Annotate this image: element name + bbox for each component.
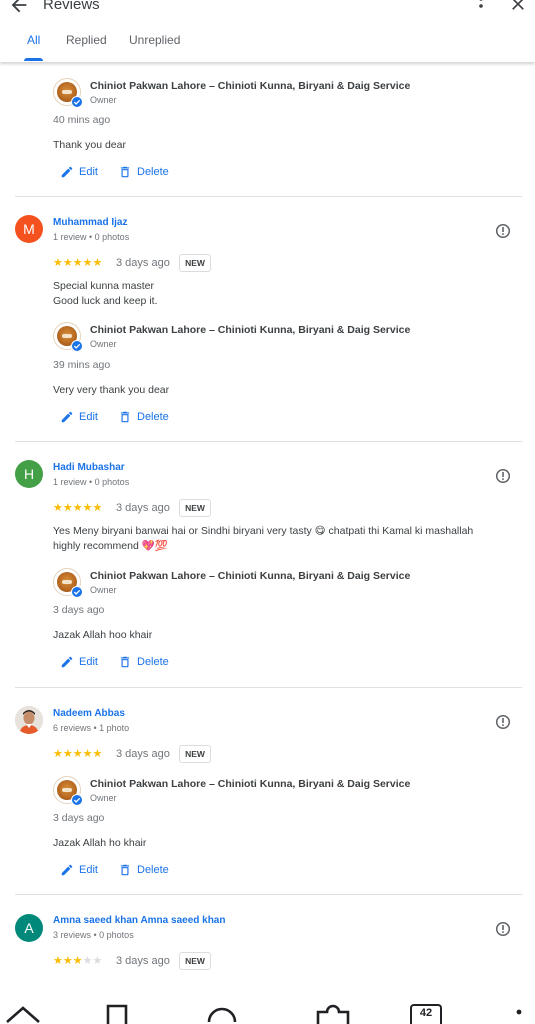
review-text-line: Special kunna master xyxy=(53,280,154,292)
more-vert-icon[interactable] xyxy=(476,0,486,16)
profile-photo xyxy=(15,706,43,734)
edit-label: Edit xyxy=(79,166,98,178)
reply-time: 3 days ago xyxy=(53,604,105,616)
delete-label: Delete xyxy=(137,864,169,876)
reply-time: 39 mins ago xyxy=(53,359,111,371)
home-icon[interactable] xyxy=(5,1004,41,1024)
reply-time: 40 mins ago xyxy=(53,114,111,126)
owner-logo xyxy=(53,78,83,108)
avatar[interactable]: M xyxy=(15,215,43,243)
close-icon[interactable] xyxy=(508,0,528,14)
edit-pencil-icon xyxy=(61,411,73,423)
verified-badge-icon xyxy=(71,96,83,108)
owner-role: Owner xyxy=(90,793,117,803)
tab-count: 42 xyxy=(419,1007,433,1019)
edit-pencil-icon xyxy=(61,656,73,668)
edit-label: Edit xyxy=(79,411,98,423)
extensions-icon[interactable] xyxy=(316,1004,350,1024)
review-text-line: Good luck and keep it. xyxy=(53,295,158,307)
bottom-navigation: 42 xyxy=(0,984,535,1024)
reviewer-name[interactable]: Hadi Mubashar xyxy=(53,462,125,473)
owner-name: Chiniot Pakwan Lahore – Chinioti Kunna, … xyxy=(90,570,411,582)
verified-badge-icon xyxy=(71,794,83,806)
avatar[interactable]: A xyxy=(15,914,43,942)
delete-label: Delete xyxy=(137,166,169,178)
avatar[interactable] xyxy=(15,706,43,734)
reviewer-meta: 1 review • 0 photos xyxy=(53,477,130,487)
star-rating: ★★★★★ xyxy=(53,502,103,514)
tab-all[interactable]: All xyxy=(24,31,44,61)
trash-icon xyxy=(120,411,130,423)
report-flag-icon[interactable] xyxy=(495,223,511,239)
tab-unreplied[interactable]: Unreplied xyxy=(129,31,180,61)
review-date: 3 days ago xyxy=(116,748,170,760)
review-text-line: highly recommend 💖💯 xyxy=(53,540,168,552)
review-date: 3 days ago xyxy=(116,955,170,967)
reviewer-meta: 6 reviews • 1 photo xyxy=(53,723,130,733)
divider xyxy=(15,441,522,442)
filter-tabs: All Replied Unreplied xyxy=(0,31,535,61)
reviewer-meta: 3 reviews • 0 photos xyxy=(53,930,134,940)
owner-logo xyxy=(53,322,83,352)
delete-label: Delete xyxy=(137,411,169,423)
avatar[interactable]: H xyxy=(15,460,43,488)
owner-name: Chiniot Pakwan Lahore – Chinioti Kunna, … xyxy=(90,324,411,336)
owner-role: Owner xyxy=(90,585,117,595)
verified-badge-icon xyxy=(71,340,83,352)
owner-name: Chiniot Pakwan Lahore – Chinioti Kunna, … xyxy=(90,80,411,92)
app-header: Reviews All Replied Unreplied xyxy=(0,0,535,62)
owner-role: Owner xyxy=(90,95,117,105)
tab-all-label: All xyxy=(27,33,41,47)
back-arrow-icon[interactable] xyxy=(8,0,30,16)
reviewer-name[interactable]: Nadeem Abbas xyxy=(53,708,125,719)
reply-text: Very very thank you dear xyxy=(53,384,170,396)
reply-text: Thank you dear xyxy=(53,139,126,151)
reviewer-name[interactable]: Muhammad Ijaz xyxy=(53,217,127,228)
edit-label: Edit xyxy=(79,656,98,668)
report-flag-icon[interactable] xyxy=(495,921,511,937)
tab-unreplied-label: Unreplied xyxy=(129,33,181,47)
divider xyxy=(15,687,522,688)
new-badge: NEW xyxy=(179,952,211,970)
reviewer-meta: 1 review • 0 photos xyxy=(53,232,130,242)
star-rating: ★★★★★ xyxy=(53,257,103,269)
trash-icon xyxy=(120,656,130,668)
tab-active-indicator xyxy=(24,58,44,61)
owner-logo xyxy=(53,776,83,806)
reply-text: Jazak Allah ho khair xyxy=(53,837,147,849)
new-badge: NEW xyxy=(179,499,211,517)
reviewer-name[interactable]: Amna saeed khan Amna saeed khan xyxy=(53,915,225,926)
owner-logo xyxy=(53,568,83,598)
edit-pencil-icon xyxy=(61,864,73,876)
trash-icon xyxy=(120,864,130,876)
more-vert-icon[interactable] xyxy=(514,1008,524,1024)
edit-pencil-icon xyxy=(61,166,73,178)
review-date: 3 days ago xyxy=(116,257,170,269)
divider xyxy=(15,196,522,197)
new-badge: NEW xyxy=(179,254,211,272)
page-title: Reviews xyxy=(43,0,100,13)
new-badge: NEW xyxy=(179,745,211,763)
review-text-line: Yes Meny biryani banwai hai or Sindhi bi… xyxy=(53,525,474,537)
edit-label: Edit xyxy=(79,864,98,876)
report-flag-icon[interactable] xyxy=(495,468,511,484)
review-date: 3 days ago xyxy=(116,502,170,514)
trash-icon xyxy=(120,166,130,178)
star-rating: ★★★★★ xyxy=(53,748,103,760)
owner-role: Owner xyxy=(90,339,117,349)
owner-name: Chiniot Pakwan Lahore – Chinioti Kunna, … xyxy=(90,778,411,790)
tab-replied-label: Replied xyxy=(66,33,107,47)
divider xyxy=(15,894,522,895)
tab-switcher-button[interactable]: 42 xyxy=(410,1004,442,1024)
delete-label: Delete xyxy=(137,656,169,668)
verified-badge-icon xyxy=(71,586,83,598)
tab-replied[interactable]: Replied xyxy=(66,31,107,61)
search-icon[interactable] xyxy=(206,1004,238,1024)
report-flag-icon[interactable] xyxy=(495,714,511,730)
reply-time: 3 days ago xyxy=(53,812,105,824)
star-rating: ★★★★★ xyxy=(53,955,103,967)
bookmark-icon[interactable] xyxy=(105,1004,129,1024)
reply-text: Jazak Allah hoo khair xyxy=(53,629,153,641)
